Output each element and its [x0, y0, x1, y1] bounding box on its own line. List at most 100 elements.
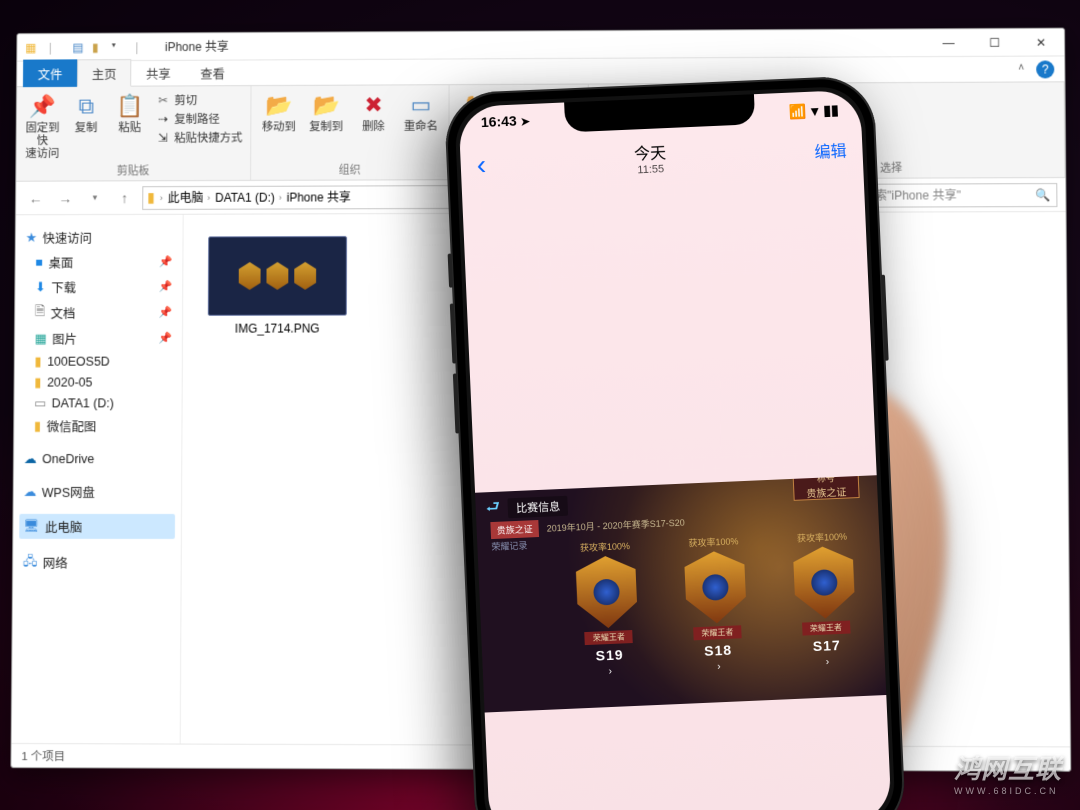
- sidebar-item-drive[interactable]: ▭DATA1 (D:): [20, 392, 175, 413]
- sidebar-item-desktop[interactable]: ■桌面📌: [21, 249, 176, 274]
- copy-icon: ⧉: [71, 91, 101, 121]
- chevron-right-icon: ›: [717, 661, 721, 672]
- tab-home[interactable]: 主页: [77, 59, 131, 87]
- photo-viewer[interactable]: ⮐ 比赛信息 称号 贵族之证 贵族之证 2019年10月 - 2020年赛季S1…: [462, 175, 892, 810]
- folder-icon: ▮: [147, 189, 155, 206]
- qat-sep: |: [49, 40, 63, 54]
- folder-icon: ▮: [34, 375, 41, 390]
- breadcrumb[interactable]: 此电脑›: [168, 189, 213, 206]
- tab-share[interactable]: 共享: [131, 59, 185, 87]
- phone-time: 16:43: [481, 113, 517, 131]
- sidebar-item-folder[interactable]: ▮微信配图: [20, 413, 176, 438]
- copy-button[interactable]: ⧉ 复制: [68, 91, 104, 135]
- qat-menu-icon[interactable]: ▾: [112, 40, 126, 54]
- copy-to-button[interactable]: 📂复制到: [306, 90, 346, 135]
- pc-icon: 🖥: [23, 519, 39, 534]
- sidebar: ★快速访问 ■桌面📌 ⬇下载📌 🗎文档📌 ▦图片📌 ▮100EOS5D ▮202…: [12, 215, 184, 744]
- sidebar-item-folder[interactable]: ▮100EOS5D: [21, 351, 176, 372]
- file-thumbnail: [208, 236, 347, 316]
- tab-file[interactable]: 文件: [23, 59, 77, 87]
- cloud-icon: ☁: [24, 484, 36, 499]
- sidebar-network[interactable]: 🖧网络: [19, 549, 175, 576]
- qat-paste-icon[interactable]: ▮: [92, 40, 106, 54]
- cut-button[interactable]: ✂剪切: [156, 92, 243, 108]
- qat-sep2: |: [135, 40, 149, 54]
- rank-shield-icon: [575, 555, 638, 630]
- game-flag: 称号 贵族之证: [792, 475, 859, 501]
- game-sub2: 荣耀记录: [491, 539, 528, 554]
- window-title: iPhone 共享: [165, 38, 229, 55]
- chevron-right-icon: ›: [608, 666, 612, 677]
- download-icon: ⬇: [35, 279, 45, 294]
- pin-icon: 📌: [159, 280, 173, 293]
- quick-access-toolbar: ▦ | ▤ ▮ ▾ |: [17, 40, 161, 54]
- sidebar-wps[interactable]: ☁WPS网盘: [20, 479, 176, 504]
- notch: [564, 94, 755, 132]
- nav-forward-button[interactable]: →: [53, 186, 77, 210]
- ribbon-tabs: 文件 主页 共享 查看 ˄ ?: [17, 56, 1064, 87]
- pin-icon: 📌: [28, 91, 58, 121]
- folder-icon: ▮: [34, 354, 41, 369]
- ribbon-group-clipboard: 📌 固定到快 速访问 ⧉ 复制 📋 粘贴 ✂剪切 ⇢复制路径 ⇲粘贴快捷方式 剪…: [16, 86, 251, 181]
- rank-card: 获攻率100% 荣耀王者 S17 ›: [774, 529, 875, 683]
- game-tag: 贵族之证: [490, 520, 539, 539]
- sidebar-item-documents[interactable]: 🗎文档📌: [21, 299, 176, 326]
- pin-icon: 📌: [159, 255, 173, 268]
- tab-view[interactable]: 查看: [185, 59, 239, 87]
- copy-path-button[interactable]: ⇢复制路径: [156, 111, 243, 127]
- move-to-button[interactable]: 📂移动到: [259, 90, 298, 135]
- minimize-button[interactable]: ―: [925, 29, 971, 57]
- phone-screen: 16:43 ➤ 📶 ▾ ▮▮ ‹ 今天 11:55 编辑: [458, 90, 892, 810]
- close-button[interactable]: ✕: [1018, 28, 1064, 56]
- sidebar-item-pictures[interactable]: ▦图片📌: [21, 326, 176, 351]
- signal-icon: 📶: [788, 102, 806, 120]
- sidebar-this-pc[interactable]: 🖥此电脑: [19, 514, 175, 539]
- folder-icon: ▦: [25, 40, 39, 54]
- watermark: 鸿网互联 WWW.68IDC.CN: [954, 749, 1062, 796]
- paste-shortcut-button[interactable]: ⇲粘贴快捷方式: [155, 130, 242, 146]
- back-button[interactable]: ‹: [476, 149, 487, 181]
- cloud-icon: ☁: [24, 451, 36, 466]
- game-tab: 比赛信息: [508, 496, 569, 519]
- nav-up-button[interactable]: ↑: [113, 186, 137, 210]
- copyto-icon: 📂: [311, 90, 341, 120]
- qat-props-icon[interactable]: ▤: [72, 40, 86, 54]
- location-icon: ➤: [520, 116, 530, 128]
- file-item[interactable]: IMG_1714.PNG: [203, 236, 352, 336]
- rank-card: 获攻率100% 荣耀王者 S18 ›: [666, 533, 767, 687]
- desktop-icon: ■: [35, 255, 43, 269]
- sidebar-item-folder[interactable]: ▮2020-05: [20, 371, 175, 392]
- search-icon: 🔍: [1035, 188, 1050, 202]
- sidebar-quick-access[interactable]: ★快速访问: [22, 225, 177, 250]
- maximize-button[interactable]: ☐: [972, 28, 1018, 56]
- help-icon[interactable]: ?: [1036, 60, 1054, 78]
- sidebar-onedrive[interactable]: ☁OneDrive: [20, 448, 176, 469]
- star-icon: ★: [26, 230, 37, 245]
- picture-icon: ▦: [35, 331, 47, 346]
- document-icon: 🗎: [35, 302, 45, 323]
- photo-content: ⮐ 比赛信息 称号 贵族之证 贵族之证 2019年10月 - 2020年赛季S1…: [475, 475, 886, 712]
- nav-back-button[interactable]: ←: [24, 186, 48, 210]
- paste-icon: 📋: [115, 91, 145, 121]
- wifi-icon: ▾: [811, 102, 819, 119]
- breadcrumb[interactable]: DATA1 (D:)›: [215, 190, 284, 204]
- rank-card: 获攻率100% 荣耀王者 S19 ›: [557, 538, 658, 692]
- pin-icon: 📌: [159, 306, 173, 319]
- search-input[interactable]: 搜索"iPhone 共享" 🔍: [856, 183, 1057, 208]
- ribbon-group-organize: 📂移动到 📂复制到 ✖删除 ▭重命名 组织: [251, 85, 449, 180]
- ribbon-collapse-icon[interactable]: ˄: [1018, 63, 1024, 74]
- breadcrumb[interactable]: iPhone 共享: [287, 188, 351, 205]
- pin-to-quick-access-button[interactable]: 📌 固定到快 速访问: [24, 91, 60, 161]
- pin-icon: 📌: [158, 332, 172, 345]
- edit-button[interactable]: 编辑: [814, 137, 847, 162]
- rename-icon: ▭: [406, 89, 436, 119]
- rank-shield-icon: [684, 550, 747, 625]
- nav-recent-button[interactable]: ▾: [83, 186, 107, 210]
- sidebar-item-downloads[interactable]: ⬇下载📌: [21, 274, 176, 299]
- copypath-icon: ⇢: [156, 112, 171, 127]
- rename-button[interactable]: ▭重命名: [401, 89, 441, 134]
- delete-button[interactable]: ✖删除: [354, 89, 394, 134]
- chevron-right-icon: ›: [160, 193, 163, 203]
- paste-button[interactable]: 📋 粘贴: [112, 91, 148, 136]
- moveto-icon: 📂: [264, 90, 294, 120]
